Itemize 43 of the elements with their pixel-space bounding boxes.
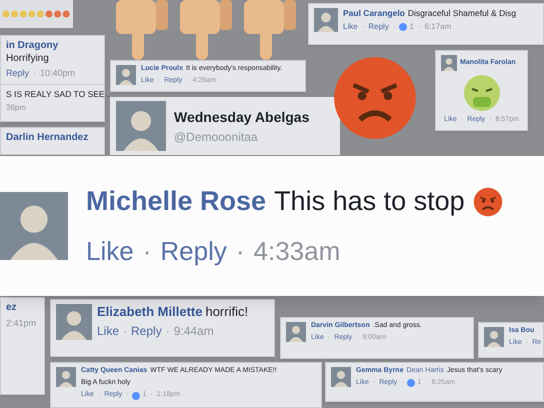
nauseated-emoji-icon: [462, 73, 502, 113]
angry-emoji-icon: [332, 55, 418, 141]
comment-action-link[interactable]: Like: [86, 232, 134, 271]
comment-action-link[interactable]: Reply: [6, 67, 30, 80]
comment-time: 6:17am: [424, 20, 452, 33]
separator-dot: ·: [164, 323, 171, 340]
commenter-name[interactable]: ez: [6, 302, 17, 314]
like-count-icon: [399, 22, 408, 31]
commenter-name[interactable]: Darlin Hernandez: [6, 132, 88, 144]
comment-time: 4:33am: [254, 234, 340, 268]
like-count: 1: [409, 20, 414, 33]
comment-time: 9:44am: [174, 323, 214, 340]
avatar-icon: [116, 101, 166, 151]
comment-action-link[interactable]: Like: [97, 322, 120, 340]
comment-time: 36pm: [6, 102, 26, 114]
comment-text: S IS REALY SAD TO SEE .: [6, 89, 110, 100]
separator-dot: ·: [142, 234, 152, 268]
profile-name[interactable]: Wednesday Abelgas: [174, 106, 310, 128]
commenter-name[interactable]: Michelle Rose: [86, 181, 266, 222]
separator-dot: ·: [32, 67, 38, 80]
comment-action-link[interactable]: Reply: [131, 322, 162, 340]
separator-dot: ·: [122, 323, 128, 340]
separator-dot: ·: [360, 20, 366, 33]
separator-dot: ·: [234, 234, 246, 268]
comment-text: Horrifying: [6, 52, 49, 65]
comment-action-link[interactable]: Like: [343, 20, 358, 33]
commenter-name[interactable]: Paul Carangelo: [343, 8, 405, 19]
angry-emoji-icon: [472, 186, 503, 216]
comment-text: horrific!: [205, 304, 248, 320]
comment-time: 10:40pm: [40, 67, 76, 80]
like-count-icon: [407, 379, 416, 387]
commenter-name[interactable]: in Dragony: [6, 40, 58, 52]
comment-time: 2:41pm: [6, 316, 36, 330]
profile-handle: @Demooonitaa: [174, 128, 259, 146]
comment-action-link[interactable]: Reply: [160, 232, 227, 271]
avatar-icon: [0, 192, 68, 260]
separator-dot: ·: [416, 20, 422, 33]
commenter-name[interactable]: Elizabeth Millette: [97, 304, 202, 320]
comment-text: This has to stop: [274, 185, 465, 218]
comment-text: Disgraceful Shameful & Disg: [408, 8, 516, 19]
separator-dot: ·: [392, 20, 396, 33]
like-count-icon: [132, 392, 140, 400]
comment-action-link[interactable]: Reply: [368, 20, 389, 33]
